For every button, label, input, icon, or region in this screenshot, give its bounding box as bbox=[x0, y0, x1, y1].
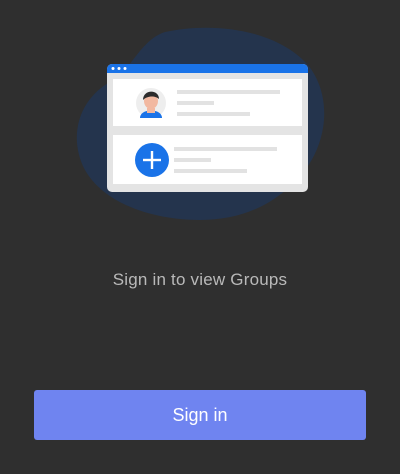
add-circle-icon bbox=[135, 143, 169, 177]
window-titlebar bbox=[107, 64, 308, 73]
empty-state-message: Sign in to view Groups bbox=[112, 270, 288, 289]
group-card-illustration bbox=[76, 27, 325, 221]
placeholder-line bbox=[177, 90, 280, 94]
titlebar-dot bbox=[123, 67, 127, 70]
groups-signin-screen: Sign in to view Groups Sign in bbox=[0, 0, 400, 474]
placeholder-line bbox=[174, 158, 211, 162]
titlebar-dot bbox=[111, 67, 115, 70]
placeholder-line bbox=[174, 147, 277, 151]
placeholder-line bbox=[177, 101, 214, 105]
user-avatar-icon bbox=[136, 88, 166, 118]
placeholder-line bbox=[177, 112, 250, 116]
placeholder-line bbox=[174, 169, 247, 173]
titlebar-dot bbox=[117, 67, 121, 70]
sign-in-button[interactable]: Sign in bbox=[34, 390, 366, 440]
